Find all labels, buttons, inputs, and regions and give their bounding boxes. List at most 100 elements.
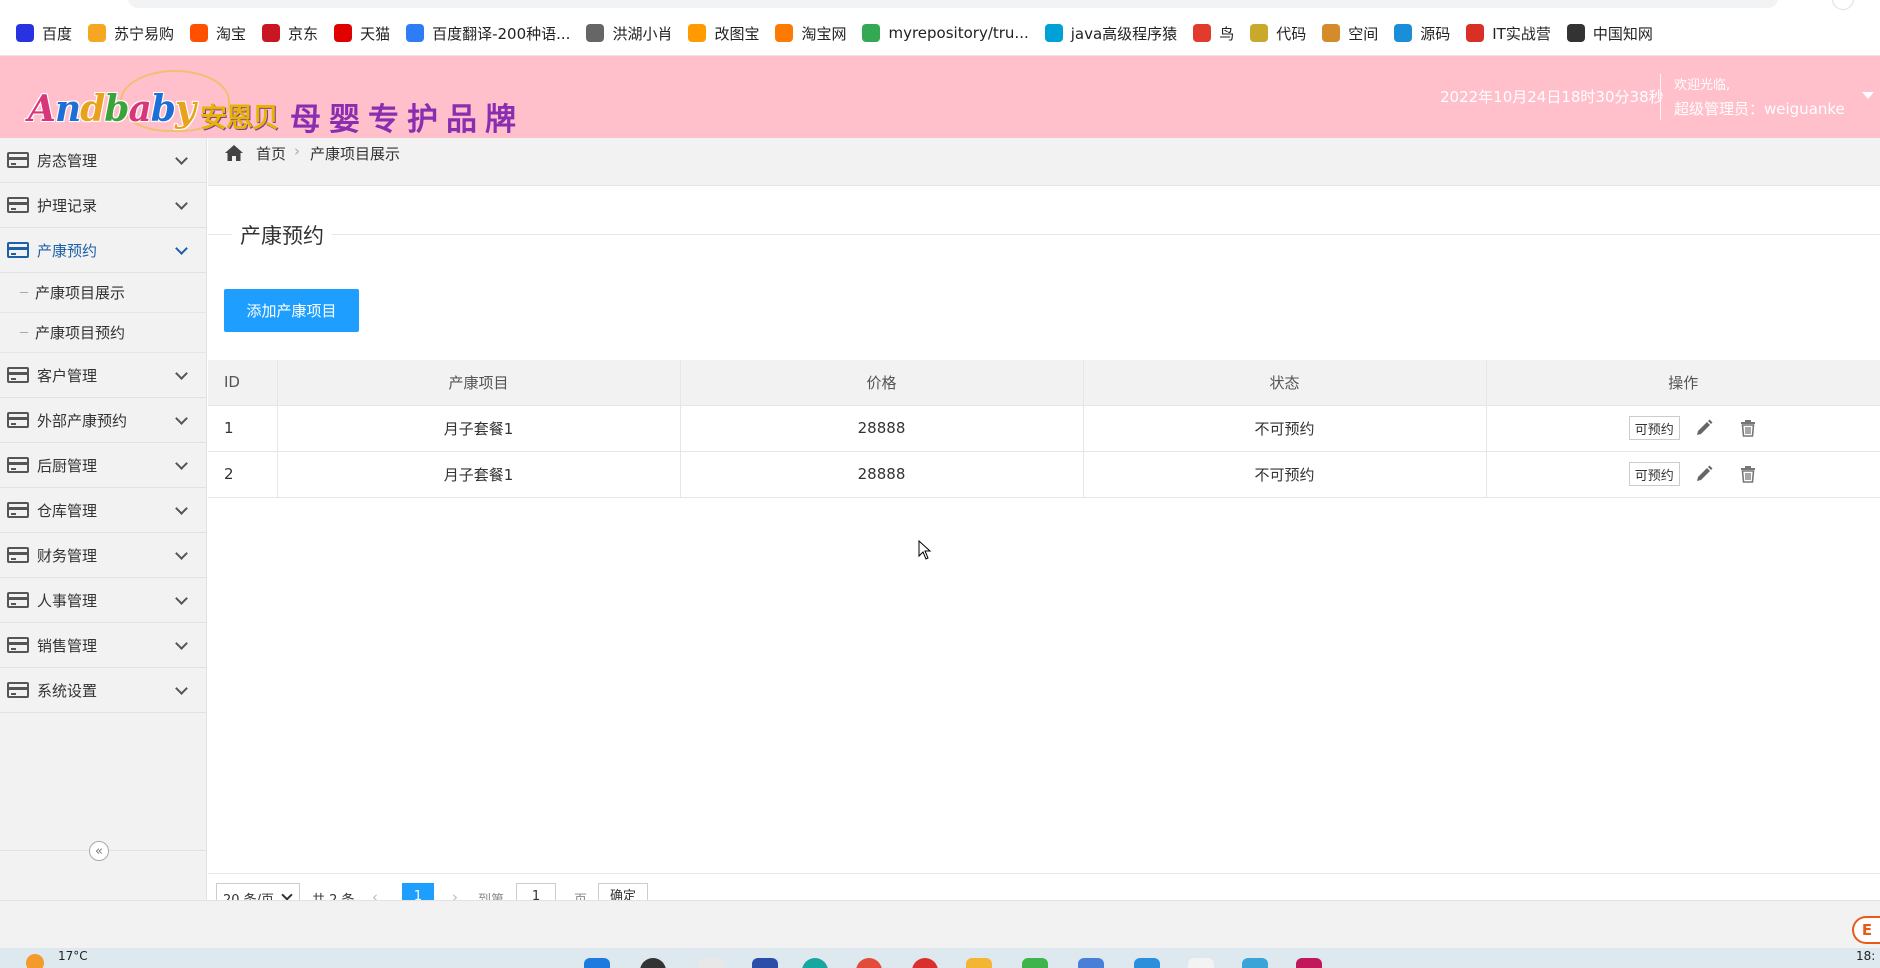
column-header-price[interactable]: 价格 [680, 360, 1084, 406]
table-header-row: ID 产康项目 价格 状态 操作 [208, 360, 1880, 406]
bookmark-item[interactable]: 京东 [256, 20, 324, 46]
sidebar-subitem[interactable]: 产康项目展示 [0, 273, 206, 313]
add-project-button[interactable]: 添加产康项目 [224, 289, 359, 332]
sidebar-item-postpartum-booking[interactable]: 产康预约 [0, 228, 206, 273]
bookmark-label: IT实战营 [1492, 24, 1551, 43]
app-header: Andbaby 安恩贝 母婴专护品牌 2022年10月24日18时30分38秒 … [0, 56, 1880, 138]
set-available-button[interactable]: 可预约 [1628, 462, 1680, 486]
column-header-status[interactable]: 状态 [1083, 360, 1487, 406]
delete-trash-icon[interactable] [1738, 464, 1758, 484]
sidebar-item-label: 销售管理 [37, 636, 98, 655]
sidebar-subitem[interactable]: 产康项目预约 [0, 313, 206, 353]
sidebar-item-hr[interactable]: 人事管理 [0, 578, 206, 623]
sidebar-item-customers[interactable]: 客户管理 [0, 353, 206, 398]
bookmark-item[interactable]: 改图宝 [682, 20, 765, 46]
pen-icon[interactable] [1078, 958, 1104, 968]
edit-pencil-icon[interactable] [1694, 418, 1714, 438]
card-icon [7, 457, 29, 473]
user-menu-caret-icon[interactable] [1862, 92, 1874, 99]
bookmark-item[interactable]: 天猫 [328, 20, 396, 46]
weather-temp[interactable]: 17°C [58, 949, 88, 963]
sidebar-item-external-booking[interactable]: 外部产康预约 [0, 398, 206, 443]
sidebar-item-room-status[interactable]: 房态管理 [0, 138, 206, 183]
bookmark-label: 源码 [1420, 24, 1451, 43]
bookmark-label: 百度 [42, 24, 73, 43]
search-icon[interactable] [640, 958, 666, 968]
page-title: 产康预约 [232, 220, 332, 250]
sidebar-menu: 房态管理 护理记录产康预约产康项目展示 产康项目预约 客户管理外部产康预约后厨管理 仓库… [0, 138, 206, 713]
start-menu-icon[interactable] [584, 958, 610, 968]
sidebar-item-sales[interactable]: 销售管理 [0, 623, 206, 668]
info-icon[interactable] [1134, 958, 1160, 968]
chevron-down-icon [175, 592, 188, 605]
wechat-icon[interactable] [1022, 958, 1048, 968]
sidebar: 房态管理 护理记录产康预约产康项目展示 产康项目预约 客户管理外部产康预约后厨管理 仓库… [0, 138, 207, 900]
home-icon[interactable] [224, 144, 244, 162]
folder-icon[interactable] [966, 958, 992, 968]
bookmark-item[interactable]: 鸟 [1187, 20, 1240, 46]
monitor-icon[interactable] [1242, 958, 1268, 968]
edit-pencil-icon[interactable] [1694, 464, 1714, 484]
bookmark-item[interactable]: IT实战营 [1460, 20, 1557, 46]
sidebar-item-label: 产康预约 [37, 241, 98, 260]
bookmark-item[interactable]: 淘宝 [184, 20, 252, 46]
set-available-button[interactable]: 可预约 [1628, 416, 1680, 440]
taobao-icon [190, 24, 209, 42]
mail-icon[interactable] [1188, 958, 1214, 968]
floating-widget-icon[interactable]: E [1852, 916, 1880, 944]
cell-actions: 可预约 [1486, 451, 1880, 498]
bookmark-item[interactable]: 苏宁易购 [82, 20, 180, 46]
delete-trash-icon[interactable] [1738, 418, 1758, 438]
sidebar-item-finance[interactable]: 财务管理 [0, 533, 206, 578]
chevron-down-icon [175, 412, 188, 425]
table-body: 1 月子套餐1 28888 不可预约 可预约 2 月子套餐1 28888 不可预约 可预约 [208, 405, 1880, 498]
weather-icon[interactable] [26, 954, 44, 968]
bookmark-label: 天猫 [360, 24, 391, 43]
cell-status: 不可预约 [1083, 451, 1487, 498]
cell-actions: 可预约 [1486, 405, 1880, 452]
bookmark-item[interactable]: 代码 [1244, 20, 1312, 46]
section-divider [208, 234, 1880, 235]
profile-button[interactable] [1832, 0, 1854, 10]
sidebar-item-label: 系统设置 [37, 681, 98, 700]
ide-icon[interactable] [1296, 958, 1322, 968]
card-icon [7, 682, 29, 698]
bookmark-list: 百度 苏宁易购 淘宝 京东 天猫 百度翻译-200种语... 洪湖小肖 改图宝 淘宝网 myrep… [10, 20, 1663, 46]
bookmark-item[interactable]: 淘宝网 [769, 20, 852, 46]
chevron-down-icon [175, 457, 188, 470]
app-icon[interactable] [752, 958, 778, 968]
bookmark-item[interactable]: 百度翻译-200种语... [400, 20, 576, 46]
sidebar-item-nursing-records[interactable]: 护理记录 [0, 183, 206, 228]
bookmark-label: 百度翻译-200种语... [432, 24, 571, 43]
breadcrumb-home-link[interactable]: 首页 [256, 143, 286, 164]
sidebar-item-kitchen[interactable]: 后厨管理 [0, 443, 206, 488]
column-header-id[interactable]: ID [208, 360, 278, 406]
bookmark-item[interactable]: java高级程序猿 [1039, 20, 1183, 46]
bookmark-item[interactable]: 源码 [1388, 20, 1456, 46]
column-header-item[interactable]: 产康项目 [277, 360, 681, 406]
system-clock[interactable]: 18: [1856, 949, 1875, 963]
collapse-sidebar-button[interactable]: « [89, 841, 109, 861]
browser-icon[interactable] [912, 958, 938, 968]
bookmark-item[interactable]: myrepository/tru... [856, 20, 1034, 46]
sidebar-item-settings[interactable]: 系统设置 [0, 668, 206, 713]
bookmark-item[interactable]: 空间 [1316, 20, 1384, 46]
bookmark-item[interactable]: 百度 [10, 20, 78, 46]
os-taskbar: 17°C 18: [0, 948, 1880, 968]
source-icon [1394, 24, 1413, 42]
edge-icon[interactable] [802, 958, 828, 968]
sidebar-item-label: 外部产康预约 [37, 411, 128, 430]
bookmark-label: 京东 [288, 24, 319, 43]
admin-user[interactable]: 超级管理员：weiguanke [1674, 98, 1845, 119]
chrome-icon[interactable] [856, 958, 882, 968]
address-bar-edge[interactable] [128, 0, 1778, 8]
table-row: 2 月子套餐1 28888 不可预约 可预约 [208, 451, 1880, 498]
file-icon[interactable] [698, 958, 724, 968]
card-icon [7, 637, 29, 653]
bookmark-item[interactable]: 中国知网 [1561, 20, 1659, 46]
bookmark-item[interactable]: 洪湖小肖 [580, 20, 678, 46]
breadcrumb-separator: › [294, 142, 300, 160]
logo-slogan: 母婴专护品牌 [290, 102, 524, 138]
cell-item: 月子套餐1 [277, 451, 681, 498]
sidebar-item-warehouse[interactable]: 仓库管理 [0, 488, 206, 533]
